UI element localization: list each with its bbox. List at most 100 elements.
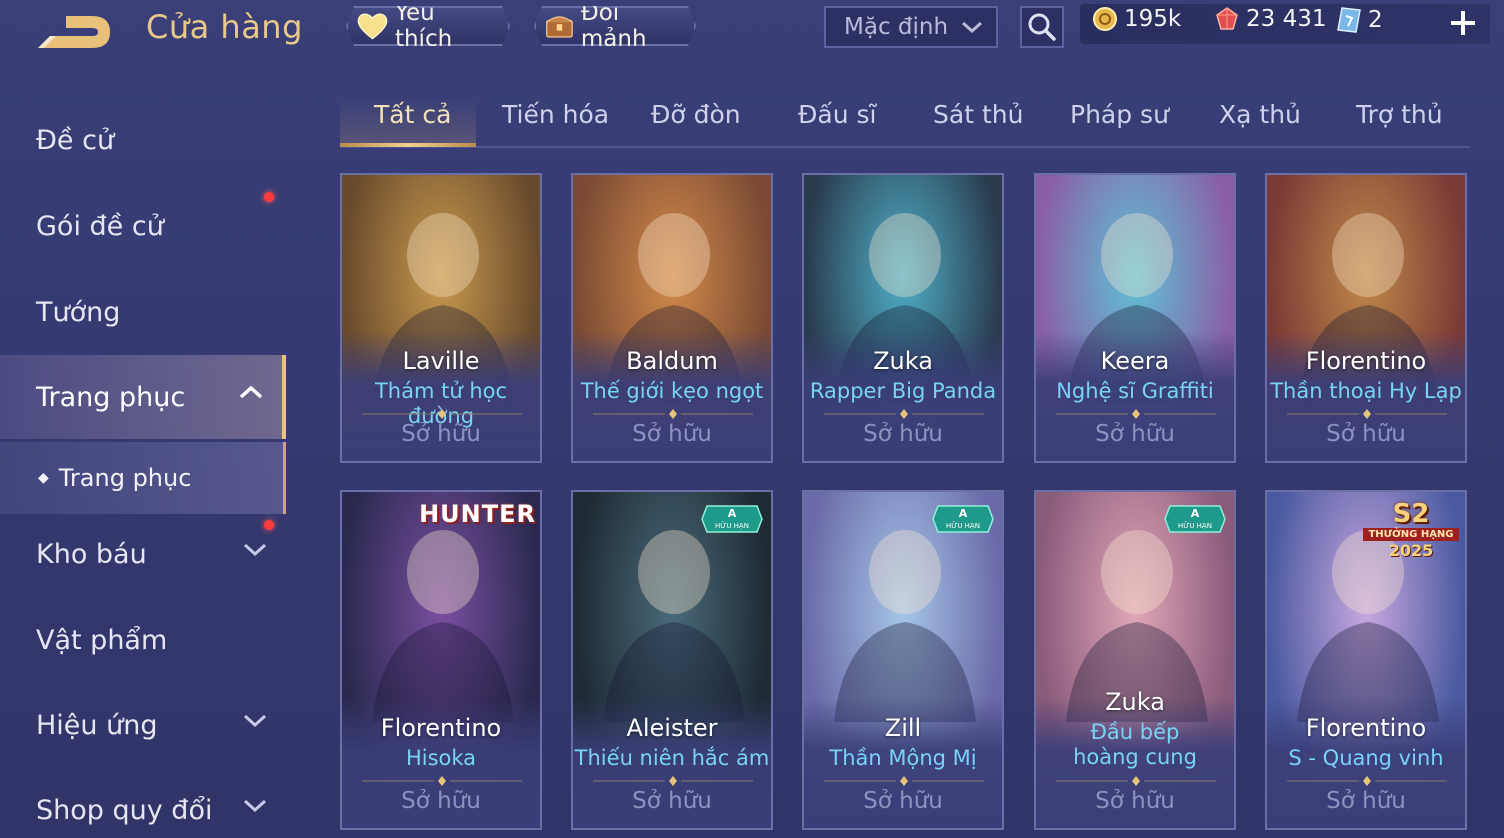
ownership-status: Sở hữu bbox=[1095, 788, 1175, 814]
ticket-amount: 2 bbox=[1368, 7, 1383, 33]
chevron-down-icon bbox=[962, 21, 982, 34]
sidebar-item-exchange-shop[interactable]: Shop quy đổi bbox=[0, 768, 286, 838]
ornament-divider-icon bbox=[1287, 776, 1447, 786]
sidebar-item-featured[interactable]: Đề cử bbox=[0, 98, 286, 182]
sidebar-subitem-label: Trang phục bbox=[58, 464, 192, 492]
search-button[interactable] bbox=[1020, 6, 1064, 48]
skin-name: Thiếu niên hắc ám bbox=[574, 746, 770, 770]
ornament-divider-icon bbox=[1287, 409, 1447, 419]
sidebar-item-items[interactable]: Vật phẩm bbox=[0, 598, 286, 682]
heart-icon bbox=[356, 11, 389, 41]
skin-name: Thần thoại Hy Lạp bbox=[1270, 379, 1462, 403]
skin-card[interactable]: S2 THƯỞNG HẠNG 2025 Florentino S - Quang vin… bbox=[1265, 490, 1467, 830]
hero-name: Zill bbox=[884, 714, 922, 742]
svg-text:A: A bbox=[728, 507, 737, 520]
skin-card[interactable]: HUNTER Florentino Hisoka Sở hữu bbox=[340, 490, 542, 830]
sidebar: Đề cử Gói đề cử Tướng Trang phục ◆ Trang… bbox=[0, 90, 290, 838]
sort-dropdown[interactable]: Mặc định bbox=[824, 6, 998, 48]
hero-name: Florentino bbox=[1305, 714, 1427, 742]
tab-fighter[interactable]: Đấu sĩ bbox=[798, 100, 876, 129]
gold-currency: 195k bbox=[1092, 6, 1181, 32]
ownership-status: Sở hữu bbox=[1326, 788, 1406, 814]
ownership-status: Sở hữu bbox=[632, 421, 712, 447]
voucher-icon bbox=[1337, 7, 1361, 33]
tab-evolution[interactable]: Tiến hóa bbox=[502, 100, 609, 129]
ornament-divider-icon bbox=[1056, 776, 1216, 786]
tab-support[interactable]: Trợ thủ bbox=[1356, 100, 1443, 129]
chevron-down-icon bbox=[243, 799, 267, 813]
sidebar-item-label: Tướng bbox=[36, 296, 121, 328]
skin-name: Hisoka bbox=[405, 746, 477, 770]
skin-card[interactable]: Baldum Thế giới kẹo ngọt Sở hữu bbox=[571, 173, 773, 463]
limited-badge-icon: AHỮU HẠN bbox=[701, 505, 763, 533]
svg-text:HỮU HẠN: HỮU HẠN bbox=[946, 521, 980, 530]
skin-card[interactable]: A HỮU HẠN Aleister Thiếu niên hắc ám Sở hữu bbox=[571, 490, 773, 830]
tab-all[interactable]: Tất cả bbox=[374, 100, 451, 129]
notification-dot bbox=[264, 520, 274, 530]
hero-name: Zuka bbox=[873, 347, 933, 375]
tab-marksman[interactable]: Xạ thủ bbox=[1219, 100, 1301, 129]
skin-card[interactable]: LavilleThám tử học đườngSở hữu bbox=[340, 173, 542, 463]
hero-name: Florentino bbox=[1305, 347, 1427, 375]
back-button[interactable] bbox=[32, 8, 116, 56]
gem-currency: 23 431 bbox=[1214, 6, 1326, 32]
tab-assassin[interactable]: Sát thủ bbox=[933, 100, 1023, 129]
ownership-status: Sở hữu bbox=[632, 788, 712, 814]
skin-card[interactable]: Florentino Thần thoại Hy Lạp Sở hữu bbox=[1265, 173, 1467, 463]
hero-name: Florentino bbox=[380, 714, 502, 742]
plus-icon bbox=[1451, 11, 1475, 35]
sidebar-item-effects[interactable]: Hiệu ứng bbox=[0, 683, 286, 767]
hero-name: Laville bbox=[402, 347, 480, 375]
character-silhouette-icon bbox=[834, 530, 976, 722]
bullet-diamond-icon: ◆ bbox=[38, 470, 49, 486]
sidebar-item-label: Gói đề cử bbox=[36, 210, 164, 242]
chevron-down-icon bbox=[243, 543, 267, 557]
ornament-divider-icon bbox=[593, 409, 753, 419]
active-tab-underline bbox=[340, 143, 476, 147]
collab-logo: HUNTER bbox=[419, 500, 536, 528]
sidebar-item-label: Shop quy đổi bbox=[36, 794, 213, 826]
skin-card[interactable]: Zuka Rapper Big Panda Sở hữu bbox=[802, 173, 1004, 463]
favorites-button[interactable]: Yêu thích bbox=[346, 6, 510, 46]
exchange-shards-button[interactable]: Đổi mảnh bbox=[534, 6, 696, 46]
sidebar-item-label: Hiệu ứng bbox=[36, 709, 158, 741]
category-tabs: Tất cả Tiến hóa Đỡ đòn Đấu sĩ Sát thủ Ph… bbox=[340, 96, 1470, 148]
skin-card[interactable]: A HỮU HẠN Zill Thần Mộng Mị Sở hữu bbox=[802, 490, 1004, 830]
skin-card[interactable]: A HỮU HẠN Zuka Đầu bếp hoàng cung Sở hữu bbox=[1034, 490, 1236, 830]
ownership-status: Sở hữu bbox=[401, 788, 481, 814]
search-icon bbox=[1028, 13, 1056, 41]
ownership-status: Sở hữu bbox=[863, 421, 943, 447]
add-currency-button[interactable] bbox=[1446, 6, 1480, 40]
character-silhouette-icon bbox=[603, 530, 745, 722]
sort-selected-value: Mặc định bbox=[844, 14, 949, 40]
ornament-divider-icon bbox=[362, 776, 522, 786]
sidebar-item-skins[interactable]: Trang phục bbox=[0, 355, 286, 439]
tab-tank[interactable]: Đỡ đòn bbox=[651, 100, 741, 129]
ticket-currency: 2 bbox=[1336, 6, 1383, 34]
ornament-divider-icon bbox=[362, 409, 522, 419]
sidebar-item-label: Kho báu bbox=[36, 538, 147, 570]
ownership-status: Sở hữu bbox=[1326, 421, 1406, 447]
ornament-divider-icon bbox=[824, 409, 984, 419]
page-title: Cửa hàng bbox=[146, 8, 303, 46]
sidebar-subitem-skins[interactable]: ◆ Trang phục bbox=[0, 442, 286, 514]
sidebar-item-treasure[interactable]: Kho báu bbox=[0, 512, 286, 596]
skin-name: Đầu bếp hoàng cung bbox=[1073, 720, 1197, 769]
chevron-down-icon bbox=[243, 714, 267, 728]
gold-coin-icon bbox=[1093, 7, 1117, 31]
hero-name: Keera bbox=[1100, 347, 1170, 375]
ownership-status: Sở hữu bbox=[1095, 421, 1175, 447]
skin-name: Thế giới kẹo ngọt bbox=[580, 379, 764, 403]
skin-card[interactable]: Keera Nghệ sĩ Graffiti Sở hữu bbox=[1034, 173, 1236, 463]
sidebar-item-heroes[interactable]: Tướng bbox=[0, 270, 286, 354]
svg-text:A: A bbox=[959, 507, 968, 520]
svg-text:A: A bbox=[1191, 507, 1200, 520]
season-reward-badge: S2 THƯỞNG HẠNG 2025 bbox=[1363, 500, 1459, 560]
tab-mage[interactable]: Pháp sư bbox=[1070, 100, 1169, 129]
limited-badge-icon: AHỮU HẠN bbox=[1164, 505, 1226, 533]
sidebar-item-featured-packs[interactable]: Gói đề cử bbox=[0, 184, 286, 268]
ornament-divider-icon bbox=[1056, 409, 1216, 419]
hero-name: Baldum bbox=[626, 347, 718, 375]
gem-amount: 23 431 bbox=[1246, 6, 1327, 32]
svg-text:HỮU HẠN: HỮU HẠN bbox=[715, 521, 749, 530]
